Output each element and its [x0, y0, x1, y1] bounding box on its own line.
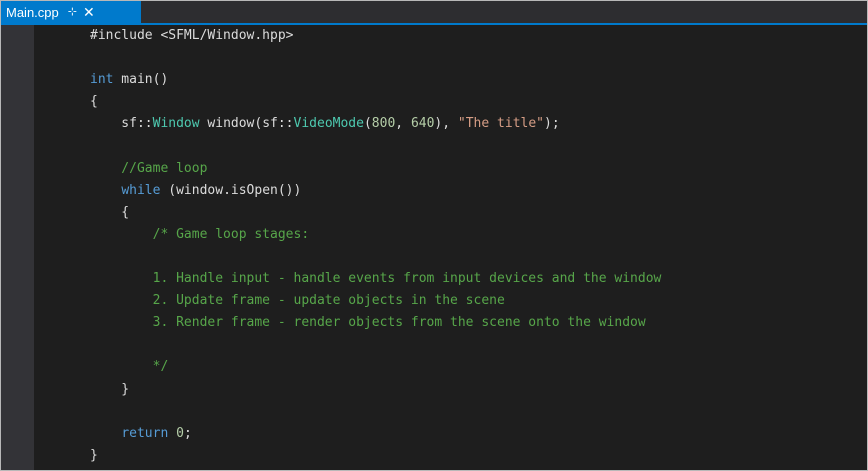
code-editor[interactable]: #include <SFML/Window.hpp> int main() { sf… — [1, 25, 867, 470]
code-line[interactable]: return 0; — [90, 423, 661, 445]
code-line[interactable]: //Game loop — [90, 158, 661, 180]
code-token: 800 — [371, 116, 396, 132]
code-line[interactable]: */ — [90, 356, 661, 378]
code-token: /* Game loop stages: — [90, 226, 310, 242]
code-token: VideoMode — [293, 116, 364, 132]
code-line[interactable] — [90, 47, 661, 69]
code-token: main() — [113, 72, 169, 88]
close-icon[interactable]: ✕ — [83, 5, 95, 19]
pin-icon[interactable]: ⊹ — [68, 6, 77, 18]
code-line[interactable]: sf::Window window(sf::VideoMode(800, 640… — [90, 113, 661, 135]
code-token: #include <SFML/Window.hpp> — [90, 28, 294, 43]
code-token: { — [90, 94, 98, 110]
tab-filename: Main.cpp — [6, 4, 59, 20]
code-token: "The title" — [457, 116, 544, 132]
code-token: 640 — [410, 116, 435, 132]
code-token: ), — [434, 116, 458, 132]
code-token: ; — [183, 425, 192, 441]
code-line[interactable] — [90, 135, 661, 157]
code-token: } — [90, 447, 98, 463]
code-token: sf:: — [90, 116, 153, 132]
code-token: (window.isOpen()) — [160, 182, 302, 198]
code-token: Window — [152, 116, 200, 132]
tab-strip: Main.cpp ⊹ ✕ — [1, 1, 867, 23]
code-line[interactable] — [90, 334, 661, 356]
code-line[interactable]: 3. Render frame - render objects from th… — [90, 312, 661, 334]
code-token: 2. Update frame - update objects in the … — [90, 293, 505, 309]
editor-margin — [1, 25, 34, 470]
code-line[interactable]: } — [90, 379, 661, 401]
code-token: window(sf:: — [199, 116, 294, 132]
code-token: while — [121, 182, 161, 198]
code-line[interactable]: #include <SFML/Window.hpp> — [90, 25, 661, 47]
code-line[interactable]: { — [90, 202, 661, 224]
code-line[interactable]: } — [90, 445, 661, 467]
code-token: int — [90, 72, 114, 88]
code-line[interactable]: while (window.isOpen()) — [90, 180, 661, 202]
code-line[interactable]: int main() — [90, 69, 661, 91]
code-token: ( — [363, 116, 372, 132]
code-line[interactable] — [90, 246, 661, 268]
code-line[interactable]: /* Game loop stages: — [90, 224, 661, 246]
code-line[interactable]: 2. Update frame - update objects in the … — [90, 290, 661, 312]
code-token: ); — [544, 116, 560, 132]
editor-window: Main.cpp ⊹ ✕ #include <SFML/Window.hpp> i… — [0, 0, 868, 471]
code-token: //Game loop — [90, 160, 208, 176]
code-line[interactable]: { — [90, 91, 661, 113]
tab-main-cpp[interactable]: Main.cpp ⊹ ✕ — [1, 1, 141, 23]
code-token: return — [121, 425, 169, 441]
code-token: */ — [90, 359, 169, 375]
code-token: 3. Render frame - render objects from th… — [90, 315, 646, 331]
code-line[interactable]: 1. Handle input - handle events from inp… — [90, 268, 662, 290]
code-text[interactable]: #include <SFML/Window.hpp> int main() { sf… — [90, 25, 661, 467]
code-line[interactable] — [90, 401, 661, 423]
code-token: { — [90, 204, 130, 220]
code-token: 1. Handle input - handle events from inp… — [90, 271, 662, 287]
code-token: , — [395, 116, 411, 132]
code-token: } — [90, 381, 130, 397]
code-token: 0 — [176, 425, 184, 441]
